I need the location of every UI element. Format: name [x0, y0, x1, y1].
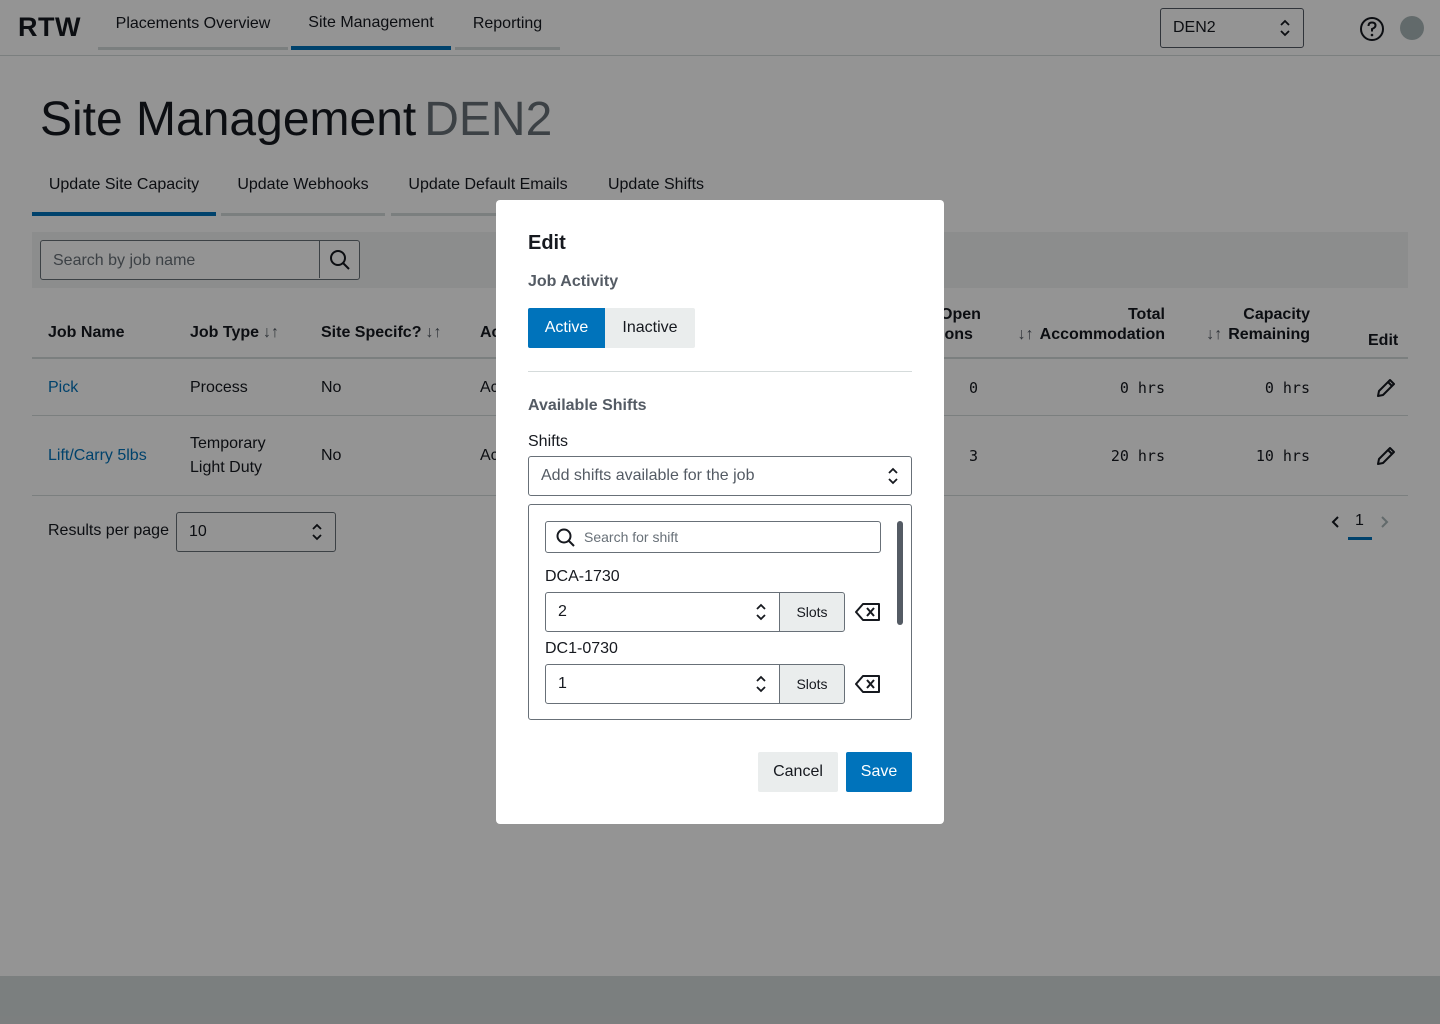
inactive-toggle-button[interactable]: Inactive [605, 308, 695, 348]
updown-chevron-icon[interactable] [755, 674, 767, 694]
updown-chevron-icon [888, 467, 898, 485]
remove-shift-icon[interactable] [855, 674, 881, 694]
slot-count-value: 2 [558, 603, 567, 620]
updown-chevron-icon[interactable] [755, 602, 767, 622]
slot-count-input[interactable]: 1 [545, 664, 780, 704]
cancel-button[interactable]: Cancel [758, 752, 838, 792]
available-shifts-label: Available Shifts [528, 397, 647, 414]
shift-list-panel: Search for shift DCA-1730 2 Slots DC1-07… [528, 504, 912, 720]
shifts-label: Shifts [528, 433, 569, 450]
shift-list-scrollbar[interactable] [897, 521, 903, 625]
slots-suffix: Slots [779, 664, 845, 704]
active-toggle-button[interactable]: Active [528, 308, 605, 348]
remove-shift-icon[interactable] [855, 602, 881, 622]
job-activity-toggle: Active Inactive [528, 308, 695, 348]
slots-suffix: Slots [779, 592, 845, 632]
modal-divider [528, 371, 912, 372]
slot-count-input[interactable]: 2 [545, 592, 780, 632]
job-activity-label: Job Activity [528, 273, 619, 290]
edit-modal: Edit Job Activity Active Inactive Availa… [496, 200, 944, 824]
slot-count-value: 1 [558, 675, 567, 692]
shifts-multiselect-placeholder: Add shifts available for the job [541, 467, 755, 484]
shift-search-input[interactable]: Search for shift [545, 521, 881, 553]
search-icon [556, 528, 575, 547]
save-button[interactable]: Save [846, 752, 912, 792]
shifts-multiselect[interactable]: Add shifts available for the job [528, 456, 912, 496]
shift-search-placeholder: Search for shift [584, 529, 679, 545]
shift-name: DCA-1730 [545, 568, 620, 585]
modal-title: Edit [528, 232, 566, 254]
shift-name: DC1-0730 [545, 640, 618, 657]
